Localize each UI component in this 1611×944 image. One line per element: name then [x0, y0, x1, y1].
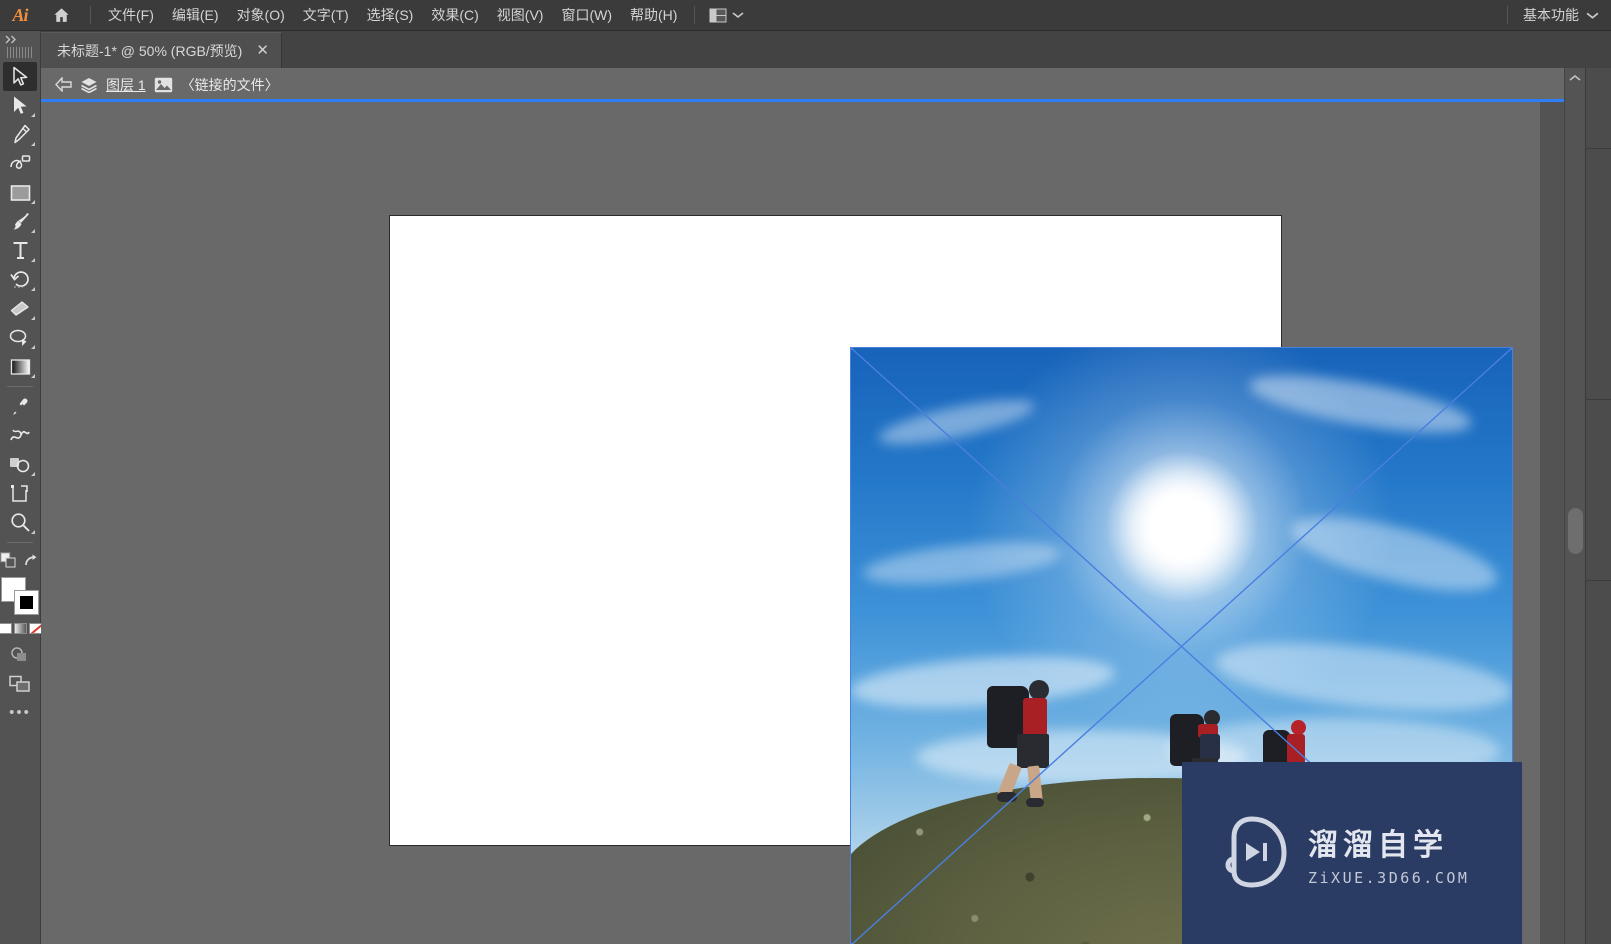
- artboard-tool[interactable]: [3, 479, 37, 508]
- close-icon[interactable]: ✕: [256, 43, 269, 58]
- double-chevron-right-icon[interactable]: [0, 31, 40, 47]
- swap-fill-stroke-icon[interactable]: [23, 553, 40, 568]
- panel-rail[interactable]: [1585, 68, 1611, 944]
- chevron-up-icon[interactable]: [1565, 68, 1585, 88]
- more-tools-button[interactable]: •••: [3, 698, 37, 727]
- home-icon[interactable]: [40, 6, 82, 25]
- menu-bar: Ai 文件(F) 编辑(E) 对象(O) 文字(T) 选择(S) 效果(C) 视…: [0, 0, 1611, 31]
- vertical-scrollbar[interactable]: [1564, 68, 1585, 944]
- color-mode-buttons: [0, 623, 42, 634]
- chevron-down-icon: [1586, 12, 1599, 19]
- arrange-documents-button[interactable]: [703, 5, 750, 26]
- app-logo: Ai: [12, 4, 28, 25]
- hiker-figure: [983, 676, 1073, 826]
- menu-divider: [90, 6, 91, 24]
- rectangle-tool[interactable]: [3, 178, 37, 207]
- scroll-thumb[interactable]: [1568, 508, 1583, 554]
- chevron-down-icon: [732, 12, 744, 19]
- watermark-title: 溜溜自学: [1308, 827, 1448, 863]
- menu-item-select[interactable]: 选择(S): [358, 1, 423, 29]
- watermark-overlay: 溜溜自学 ZiXUE.3D66.COM: [1182, 762, 1522, 944]
- draw-mode-icon[interactable]: [3, 640, 37, 669]
- watermark-url: ZiXUE.3D66.COM: [1308, 868, 1470, 887]
- breadcrumb-linked-file[interactable]: 〈链接的文件〉: [181, 75, 279, 95]
- rotate-tool[interactable]: [3, 265, 37, 294]
- color-swatch-button[interactable]: [0, 623, 12, 634]
- menu-item-object[interactable]: 对象(O): [228, 1, 294, 29]
- eyedropper-tool[interactable]: [3, 392, 37, 421]
- toolbar-divider-2: [7, 542, 33, 543]
- screen-mode-icon[interactable]: [3, 669, 37, 698]
- menu-divider-2: [694, 6, 696, 24]
- image-icon[interactable]: [154, 77, 173, 93]
- watermark-text: 溜溜自学 ZiXUE.3D66.COM: [1308, 820, 1469, 887]
- document-tab-bar: 未标题-1* @ 50% (RGB/预览) ✕: [0, 31, 1611, 68]
- shape-builder-tool[interactable]: [3, 450, 37, 479]
- rail-divider: [1586, 580, 1611, 581]
- blend-tool[interactable]: [3, 421, 37, 450]
- workspace-label: 基本功能: [1523, 7, 1579, 23]
- paintbrush-tool[interactable]: [3, 207, 37, 236]
- curvature-tool[interactable]: [3, 149, 37, 178]
- menu-item-edit[interactable]: 编辑(E): [163, 1, 228, 29]
- drag-grip-icon[interactable]: [7, 47, 33, 58]
- menu-item-file[interactable]: 文件(F): [99, 1, 163, 29]
- layers-icon[interactable]: [80, 77, 98, 93]
- selection-anchor[interactable]: [850, 347, 853, 350]
- artboard[interactable]: [389, 215, 1513, 944]
- stroke-swatch[interactable]: [14, 590, 39, 615]
- fill-stroke-swatches[interactable]: [1, 577, 39, 615]
- menu-items: 文件(F) 编辑(E) 对象(O) 文字(T) 选择(S) 效果(C) 视图(V…: [99, 1, 686, 29]
- breadcrumb-layer-name[interactable]: 图层 1: [106, 75, 146, 95]
- back-arrow-icon[interactable]: [55, 77, 72, 92]
- fill-stroke-controls: [0, 552, 40, 569]
- menu-item-effect[interactable]: 效果(C): [422, 1, 487, 29]
- none-swatch-button[interactable]: [28, 623, 42, 634]
- illustrator-window: Ai 文件(F) 编辑(E) 对象(O) 文字(T) 选择(S) 效果(C) 视…: [0, 0, 1611, 944]
- gradient-tool[interactable]: [3, 352, 37, 381]
- tools-panel: •••: [0, 31, 42, 944]
- workspace-switcher[interactable]: 基本功能: [1499, 5, 1611, 25]
- menu-item-view[interactable]: 视图(V): [488, 1, 553, 29]
- default-fill-stroke-icon[interactable]: [0, 552, 17, 569]
- eraser-tool[interactable]: [3, 294, 37, 323]
- document-tab-title: 未标题-1* @ 50% (RGB/预览): [57, 42, 243, 59]
- type-tool[interactable]: [3, 236, 37, 265]
- direct-selection-tool[interactable]: [3, 91, 37, 120]
- menu-item-type[interactable]: 文字(T): [294, 1, 358, 29]
- menu-divider-3: [1507, 6, 1508, 24]
- pen-tool[interactable]: [3, 120, 37, 149]
- arrange-documents-icon: [709, 8, 727, 22]
- menu-item-help[interactable]: 帮助(H): [621, 1, 686, 29]
- selection-tool[interactable]: [3, 62, 37, 91]
- selection-anchor[interactable]: [1510, 347, 1513, 350]
- toolbar-divider: [7, 386, 33, 387]
- shaper-tool[interactable]: [3, 323, 37, 352]
- breadcrumb: 图层 1 〈链接的文件〉: [41, 68, 1611, 101]
- document-tab[interactable]: 未标题-1* @ 50% (RGB/预览) ✕: [41, 32, 282, 68]
- menu-item-window[interactable]: 窗口(W): [552, 1, 621, 29]
- zoom-tool[interactable]: [3, 508, 37, 537]
- more-tools-label: •••: [9, 704, 31, 721]
- rail-divider: [1586, 399, 1611, 400]
- play-button-logo-icon: [1225, 816, 1287, 888]
- sun-glow: [1106, 451, 1257, 602]
- rail-divider: [1586, 148, 1611, 149]
- gradient-swatch-button[interactable]: [13, 623, 27, 634]
